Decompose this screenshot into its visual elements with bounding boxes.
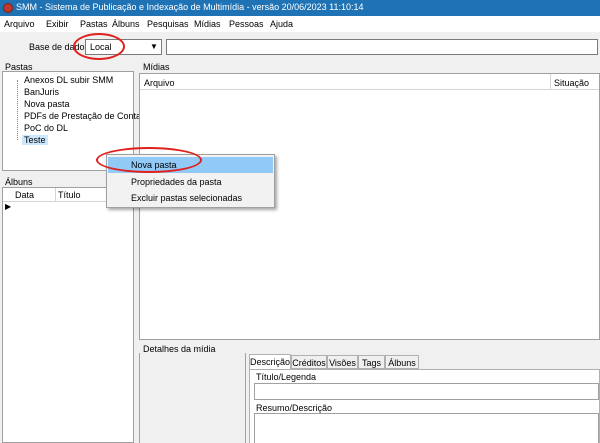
details-splitter[interactable] — [245, 353, 246, 443]
window-title: SMM - Sistema de Publicação e Indexação … — [16, 2, 364, 12]
details-panel-title: Detalhes da mídia — [143, 344, 216, 354]
tree-item-banjuris[interactable]: BanJuris — [24, 87, 59, 97]
title-field[interactable] — [254, 383, 599, 400]
media-panel-title: Mídias — [143, 62, 170, 72]
menu-pesquisas[interactable]: Pesquisas — [147, 19, 189, 29]
tree-item-teste[interactable]: Teste — [22, 135, 48, 145]
menu-bar: Arquivo Exibir Pastas Álbuns Pesquisas M… — [0, 16, 600, 32]
albums-panel-title: Álbuns — [5, 177, 33, 187]
row-pointer-icon: ▶ — [5, 202, 12, 211]
summary-field-label: Resumo/Descrição — [256, 403, 333, 413]
chevron-down-icon: ▼ — [150, 42, 158, 51]
tree-item-nova-pasta[interactable]: Nova pasta — [24, 99, 70, 109]
menu-pessoas[interactable]: Pessoas — [229, 19, 264, 29]
tab-creditos[interactable]: Créditos — [291, 355, 327, 369]
summary-field[interactable] — [254, 413, 599, 443]
menu-midias[interactable]: Mídias — [194, 19, 221, 29]
tab-tags[interactable]: Tags — [358, 355, 385, 369]
title-field-label: Título/Legenda — [256, 372, 317, 382]
media-col-divider — [550, 74, 551, 90]
context-menu-propriedades[interactable]: Propriedades da pasta — [108, 174, 273, 190]
search-input[interactable] — [166, 39, 598, 55]
tree-lines — [17, 80, 18, 140]
menu-exibir[interactable]: Exibir — [46, 19, 69, 29]
menu-pastas[interactable]: Pastas — [80, 19, 108, 29]
context-menu-excluir[interactable]: Excluir pastas selecionadas — [108, 190, 273, 206]
albums-col-titulo[interactable]: Título — [58, 190, 81, 200]
annotation-circle-nova-pasta — [96, 147, 202, 173]
details-left-divider — [139, 353, 140, 443]
albums-col-data[interactable]: Data — [15, 190, 34, 200]
details-tab-panel: Título/Legenda Resumo/Descrição — [249, 369, 600, 443]
media-col-arquivo[interactable]: Arquivo — [144, 78, 175, 88]
title-bar: SMM - Sistema de Publicação e Indexação … — [0, 0, 600, 16]
menu-albuns[interactable]: Álbuns — [112, 19, 140, 29]
annotation-circle-database — [73, 33, 125, 60]
tab-visoes[interactable]: Visões — [327, 355, 358, 369]
app-icon — [3, 3, 13, 13]
tree-item-anexos[interactable]: Anexos DL subir SMM — [24, 75, 113, 85]
albums-grid[interactable]: Data Título ▶ — [2, 187, 134, 443]
menu-ajuda[interactable]: Ajuda — [270, 19, 293, 29]
media-header: Arquivo Situação — [140, 74, 599, 90]
tree-item-poc[interactable]: PoC do DL — [24, 123, 68, 133]
tab-descricao[interactable]: Descrição — [249, 354, 291, 370]
albums-col-divider — [55, 188, 56, 202]
tab-albuns[interactable]: Álbuns — [385, 355, 419, 369]
media-col-situacao[interactable]: Situação — [554, 78, 589, 88]
menu-arquivo[interactable]: Arquivo — [4, 19, 35, 29]
tree-item-pdfs[interactable]: PDFs de Prestação de Contas — [24, 111, 146, 121]
